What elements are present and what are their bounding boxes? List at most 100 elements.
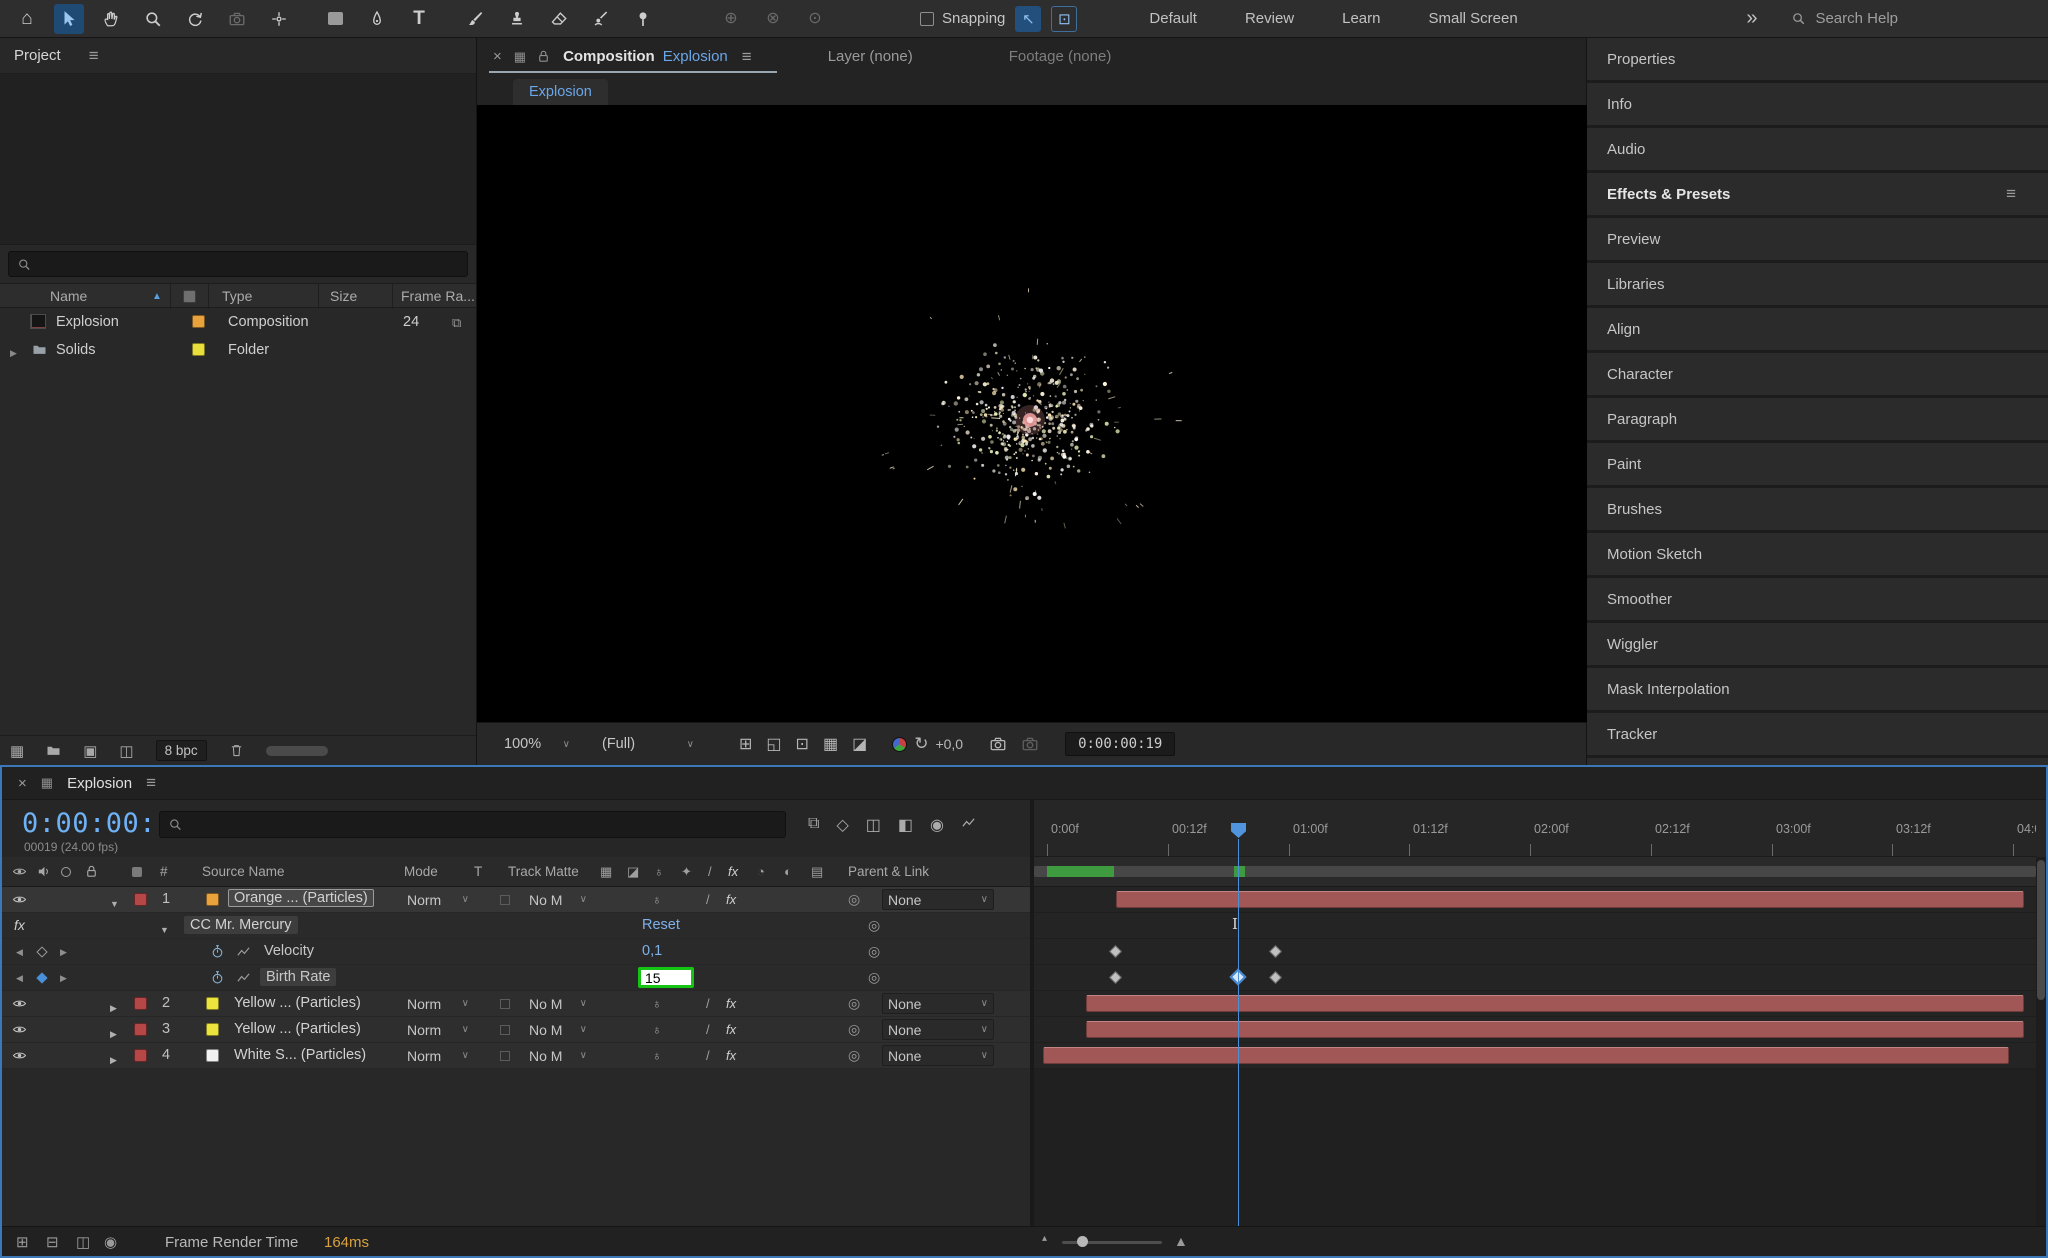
track-matte-dropdown[interactable]: No M xyxy=(524,993,592,1014)
graph-editor-icon[interactable] xyxy=(961,815,976,830)
composition-subtab[interactable]: Explosion xyxy=(513,79,608,105)
property-value[interactable]: 0,1 xyxy=(642,943,662,959)
pen-tool[interactable] xyxy=(362,4,392,34)
pan-behind-tool[interactable] xyxy=(264,4,294,34)
timeline-search-input[interactable] xyxy=(189,817,778,833)
prev-keyframe-icon[interactable]: ◀ xyxy=(16,947,23,958)
timeline-track-area[interactable] xyxy=(1034,887,2040,1069)
draft-3d-icon[interactable]: ◇ xyxy=(836,815,848,835)
layer-duration-bar[interactable] xyxy=(1043,1047,2009,1064)
timeline-pane-divider[interactable] xyxy=(1030,800,1034,1226)
viewer-tab-composition[interactable]: Composition xyxy=(563,48,655,65)
fx-switch[interactable]: fx xyxy=(726,1022,736,1037)
mode-column-header[interactable]: Mode xyxy=(404,864,438,879)
parent-pickwhip-icon[interactable]: ◎ xyxy=(848,1047,860,1064)
blend-mode-dropdown[interactable]: Norm xyxy=(402,1045,474,1066)
source-name-column-header[interactable]: Source Name xyxy=(202,864,285,879)
toggle-layer-switches-icon[interactable]: ⊞ xyxy=(16,1233,29,1251)
layer-row-3[interactable]: 3 Yellow ... (Particles) Norm No M ♁ / f… xyxy=(2,1017,1034,1043)
project-column-headers[interactable]: Name ▲ Type Size Frame Ra... xyxy=(0,283,476,308)
keyframe-diamond[interactable] xyxy=(1109,971,1122,984)
layer-expand-chevron[interactable] xyxy=(110,1050,117,1067)
quality-switch[interactable]: / xyxy=(706,1048,710,1063)
layer-row-1[interactable]: 1 Orange ... (Particles) Norm No M ♁ / f… xyxy=(2,887,1034,913)
shy-layers-icon[interactable]: ◫ xyxy=(866,815,881,835)
close-icon[interactable]: × xyxy=(18,775,27,792)
eraser-tool[interactable] xyxy=(544,4,574,34)
viewer-tab-footage[interactable]: Footage (none) xyxy=(1009,48,1112,65)
parent-link-column-header[interactable]: Parent & Link xyxy=(848,864,929,879)
timeline-search-box[interactable] xyxy=(159,811,786,838)
work-area-strip[interactable] xyxy=(1034,857,2036,887)
rotation-tool[interactable] xyxy=(180,4,210,34)
workspace-tab-review[interactable]: Review xyxy=(1245,10,1294,27)
layer-name[interactable]: Yellow ... (Particles) xyxy=(234,995,361,1011)
motion-blur-icon[interactable]: ◉ xyxy=(930,815,944,835)
track-matte-dropdown[interactable]: No M xyxy=(524,1045,592,1066)
camera-tool[interactable] xyxy=(222,4,252,34)
effect-switch[interactable]: ♁ xyxy=(652,1048,662,1063)
new-composition-icon[interactable]: ▣ xyxy=(83,742,97,760)
color-depth-button[interactable]: 8 bpc xyxy=(156,740,207,761)
panel-tab-preview[interactable]: Preview xyxy=(1587,218,2048,260)
type-tool[interactable]: T xyxy=(404,4,434,34)
timeline-track-empty-area[interactable] xyxy=(1034,1069,2036,1226)
layer-label-chip[interactable] xyxy=(134,893,147,906)
parent-pickwhip-icon[interactable]: ◎ xyxy=(848,995,860,1012)
effect-switch[interactable]: ♁ xyxy=(652,996,662,1011)
interpret-footage-icon[interactable]: ▦ xyxy=(10,742,24,760)
item-label-chip[interactable] xyxy=(192,343,205,356)
region-of-interest-icon[interactable]: ⊡ xyxy=(796,734,809,754)
view-axis-mode-icon[interactable]: ⊙ xyxy=(800,4,830,34)
composition-viewport[interactable] xyxy=(477,105,1587,722)
panel-tab-properties[interactable]: Properties xyxy=(1587,38,2048,80)
layer-expand-chevron[interactable] xyxy=(110,1024,117,1041)
snap-option-edges-icon[interactable]: ↖ xyxy=(1015,6,1041,32)
layer-label-chip[interactable] xyxy=(134,1023,147,1036)
property-name[interactable]: Birth Rate xyxy=(260,968,336,986)
preserve-transparency-checkbox[interactable] xyxy=(500,895,510,905)
graph-toggle-icon[interactable] xyxy=(236,944,251,959)
reset-exposure-icon[interactable]: ↻ xyxy=(914,734,928,754)
layer-visibility-eye-icon[interactable] xyxy=(12,996,27,1011)
toggle-transfer-controls-icon[interactable]: ⊟ xyxy=(46,1233,59,1251)
horizontal-scrollbar-thumb[interactable] xyxy=(266,746,328,756)
viewer-panel-menu-icon[interactable] xyxy=(742,47,752,67)
property-row-birth-rate[interactable]: ◀ ▶ Birth Rate ◎ xyxy=(2,965,1034,991)
track-matte-dropdown[interactable]: No M xyxy=(524,1019,592,1040)
clone-stamp-tool[interactable] xyxy=(502,4,532,34)
panel-tab-motion-sketch[interactable]: Motion Sketch xyxy=(1587,533,2048,575)
layer-duration-bar[interactable] xyxy=(1086,995,2024,1012)
parent-dropdown[interactable]: None xyxy=(882,889,994,910)
birth-rate-value-input[interactable] xyxy=(638,967,694,988)
layer-visibility-eye-icon[interactable] xyxy=(12,1022,27,1037)
panel-tab-paint[interactable]: Paint xyxy=(1587,443,2048,485)
viewer-tab-layer[interactable]: Layer (none) xyxy=(828,48,913,65)
effect-pickwhip-icon[interactable]: ◎ xyxy=(868,917,880,934)
parent-dropdown[interactable]: None xyxy=(882,1045,994,1066)
zoom-tool[interactable] xyxy=(138,4,168,34)
keyframe-here-diamond-icon[interactable] xyxy=(36,972,47,983)
close-icon[interactable]: × xyxy=(493,48,502,65)
quality-switch[interactable]: / xyxy=(706,1022,710,1037)
timeline-vertical-scrollbar[interactable] xyxy=(2036,857,2046,1226)
workspace-overflow-chevrons[interactable]: » xyxy=(1746,7,1757,30)
frame-blending-icon[interactable]: ◧ xyxy=(898,815,913,835)
layer-name[interactable]: Yellow ... (Particles) xyxy=(234,1021,361,1037)
keyframe-diamond[interactable] xyxy=(1109,945,1122,958)
show-snapshot-icon[interactable] xyxy=(1021,735,1039,753)
puppet-pin-tool[interactable] xyxy=(628,4,658,34)
layer-label-chip[interactable] xyxy=(134,997,147,1010)
layer-row-2[interactable]: 2 Yellow ... (Particles) Norm No M ♁ / f… xyxy=(2,991,1034,1017)
work-area-bar[interactable] xyxy=(1034,866,2036,877)
layer-duration-bar[interactable] xyxy=(1086,1021,2024,1038)
layer-label-chip[interactable] xyxy=(134,1049,147,1062)
panel-tab-paragraph[interactable]: Paragraph xyxy=(1587,398,2048,440)
layer-name[interactable]: White S... (Particles) xyxy=(234,1047,366,1063)
timeline-zoom-thumb[interactable] xyxy=(1077,1236,1088,1247)
item-name[interactable]: Explosion xyxy=(56,314,119,330)
trash-icon[interactable] xyxy=(229,743,244,758)
workspace-tab-small-screen[interactable]: Small Screen xyxy=(1429,10,1518,27)
hand-tool[interactable] xyxy=(96,4,126,34)
timeline-column-headers[interactable]: # Source Name Mode T Track Matte ▦ ◪ ♁ ✦… xyxy=(2,857,1034,887)
